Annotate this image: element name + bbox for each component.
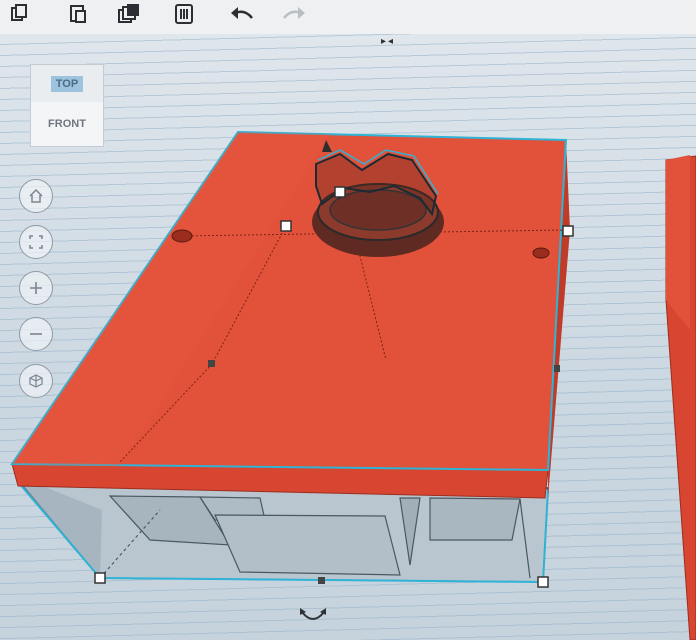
perspective-button[interactable] [19, 364, 53, 398]
zoom-out-button[interactable] [19, 317, 53, 351]
home-view-icon [29, 188, 43, 203]
second-object-side [666, 155, 690, 330]
home-view-button[interactable] [19, 179, 53, 213]
fit-all-button[interactable] [19, 225, 53, 259]
zoom-out-icon [30, 333, 42, 335]
peg-left[interactable] [171, 229, 193, 243]
view-cube-front[interactable]: FRONT [30, 102, 104, 147]
peg-right[interactable] [532, 247, 550, 259]
view-cube[interactable]: TOP FRONT [30, 60, 110, 150]
view-cube-top-label: TOP [50, 76, 84, 92]
fit-all-icon [29, 235, 43, 249]
rotate-arrow-icon[interactable] [298, 604, 328, 630]
view-cube-top[interactable]: TOP [30, 64, 104, 104]
zoom-in-button[interactable] [19, 271, 53, 305]
view-cube-front-label: FRONT [48, 118, 86, 130]
perspective-icon [29, 374, 43, 388]
zoom-in-icon [30, 282, 42, 294]
